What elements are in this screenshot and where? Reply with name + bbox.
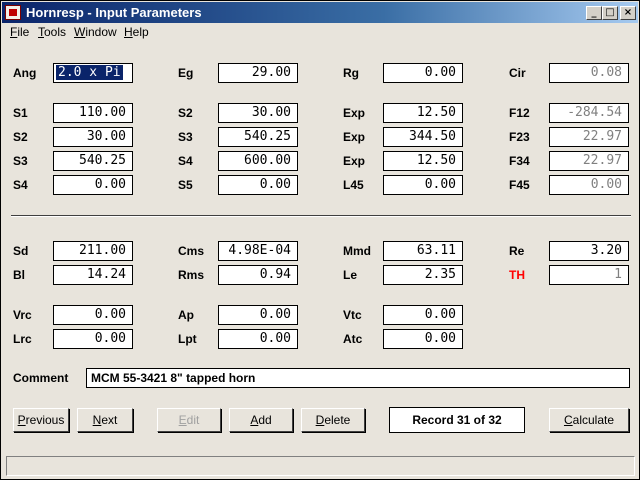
f34-field: 22.97 bbox=[549, 151, 629, 171]
label-lpt: Lpt bbox=[178, 332, 197, 346]
menu-file[interactable]: File bbox=[10, 25, 29, 39]
label-l45: L45 bbox=[343, 178, 364, 192]
label-ang: Ang bbox=[13, 66, 37, 80]
record-indicator: Record 31 of 32 bbox=[389, 407, 525, 433]
label-f23: F23 bbox=[509, 130, 530, 144]
label-s3-a: S3 bbox=[178, 130, 193, 144]
status-bar bbox=[6, 456, 635, 476]
bl-field[interactable]: 14.24 bbox=[53, 265, 133, 285]
label-re: Re bbox=[509, 244, 525, 258]
label-f34: F34 bbox=[509, 154, 530, 168]
s2-field-a[interactable]: 30.00 bbox=[218, 103, 298, 123]
label-exp-1: Exp bbox=[343, 106, 366, 120]
s4-field-a[interactable]: 600.00 bbox=[218, 151, 298, 171]
lpt-field[interactable]: 0.00 bbox=[218, 329, 298, 349]
label-vtc: Vtc bbox=[343, 308, 362, 322]
label-rg: Rg bbox=[343, 66, 359, 80]
label-s5: S5 bbox=[178, 178, 193, 192]
label-ap: Ap bbox=[178, 308, 194, 322]
label-s4-b: S4 bbox=[13, 178, 28, 192]
vrc-field[interactable]: 0.00 bbox=[53, 305, 133, 325]
s3-field-a[interactable]: 540.25 bbox=[218, 127, 298, 147]
menu-help[interactable]: Help bbox=[124, 25, 149, 39]
label-bl: Bl bbox=[13, 268, 25, 282]
label-f12: F12 bbox=[509, 106, 530, 120]
minimize-button[interactable]: _ bbox=[586, 6, 602, 20]
f12-field: -284.54 bbox=[549, 103, 629, 123]
label-le: Le bbox=[343, 268, 358, 282]
re-field[interactable]: 3.20 bbox=[549, 241, 629, 261]
s4-field-b[interactable]: 0.00 bbox=[53, 175, 133, 195]
label-s2-b: S2 bbox=[13, 130, 28, 144]
vtc-field[interactable]: 0.00 bbox=[383, 305, 463, 325]
cir-field: 0.08 bbox=[549, 63, 629, 83]
f23-field: 22.97 bbox=[549, 127, 629, 147]
menu-window[interactable]: Window bbox=[74, 25, 117, 39]
next-button[interactable]: Next bbox=[77, 408, 133, 432]
l45-field[interactable]: 0.00 bbox=[383, 175, 463, 195]
label-vrc: Vrc bbox=[13, 308, 32, 322]
label-cms: Cms bbox=[178, 244, 205, 258]
close-button[interactable]: × bbox=[620, 6, 636, 20]
edit-button: Edit bbox=[157, 408, 221, 432]
sd-field[interactable]: 211.00 bbox=[53, 241, 133, 261]
cms-field[interactable]: 4.98E-04 bbox=[218, 241, 298, 261]
s3-field-b[interactable]: 540.25 bbox=[53, 151, 133, 171]
label-cir: Cir bbox=[509, 66, 526, 80]
maximize-button[interactable]: □ bbox=[602, 6, 618, 20]
menu-bar: File Tools Window Help bbox=[2, 23, 638, 42]
label-exp-3: Exp bbox=[343, 154, 366, 168]
ap-field[interactable]: 0.00 bbox=[218, 305, 298, 325]
main-window: Hornresp - Input Parameters _ □ × File T… bbox=[0, 0, 640, 480]
previous-button[interactable]: Previous bbox=[13, 408, 69, 432]
menu-tools[interactable]: Tools bbox=[38, 25, 66, 39]
th-field: 1 bbox=[549, 265, 629, 285]
label-eg: Eg bbox=[178, 66, 194, 80]
label-s4-a: S4 bbox=[178, 154, 193, 168]
label-rms: Rms bbox=[178, 268, 205, 282]
s2-field-b[interactable]: 30.00 bbox=[53, 127, 133, 147]
label-comment: Comment bbox=[13, 371, 69, 385]
label-sd: Sd bbox=[13, 244, 29, 258]
eg-field[interactable]: 29.00 bbox=[218, 63, 298, 83]
ang-field[interactable]: 2.0 x Pi bbox=[53, 63, 133, 83]
window-title: Hornresp - Input Parameters bbox=[26, 5, 202, 20]
atc-field[interactable]: 0.00 bbox=[383, 329, 463, 349]
exp-field-3[interactable]: 12.50 bbox=[383, 151, 463, 171]
lrc-field[interactable]: 0.00 bbox=[53, 329, 133, 349]
s5-field[interactable]: 0.00 bbox=[218, 175, 298, 195]
label-th[interactable]: TH bbox=[509, 268, 525, 282]
title-bar[interactable]: Hornresp - Input Parameters _ □ × bbox=[2, 2, 638, 23]
section-divider bbox=[11, 215, 631, 217]
add-button[interactable]: Add bbox=[229, 408, 293, 432]
label-exp-2: Exp bbox=[343, 130, 366, 144]
calculate-button[interactable]: Calculate bbox=[549, 408, 629, 432]
label-f45: F45 bbox=[509, 178, 530, 192]
delete-button[interactable]: Delete bbox=[301, 408, 365, 432]
comment-field[interactable]: MCM 55-3421 8" tapped horn bbox=[86, 368, 630, 388]
rg-field[interactable]: 0.00 bbox=[383, 63, 463, 83]
exp-field-2[interactable]: 344.50 bbox=[383, 127, 463, 147]
label-s3-b: S3 bbox=[13, 154, 28, 168]
s1-field[interactable]: 110.00 bbox=[53, 103, 133, 123]
label-atc: Atc bbox=[343, 332, 363, 346]
exp-field-1[interactable]: 12.50 bbox=[383, 103, 463, 123]
label-s2-a: S2 bbox=[178, 106, 193, 120]
le-field[interactable]: 2.35 bbox=[383, 265, 463, 285]
label-mmd: Mmd bbox=[343, 244, 371, 258]
label-lrc: Lrc bbox=[13, 332, 32, 346]
rms-field[interactable]: 0.94 bbox=[218, 265, 298, 285]
f45-field: 0.00 bbox=[549, 175, 629, 195]
app-icon bbox=[5, 5, 21, 20]
mmd-field[interactable]: 63.11 bbox=[383, 241, 463, 261]
label-s1: S1 bbox=[13, 106, 28, 120]
